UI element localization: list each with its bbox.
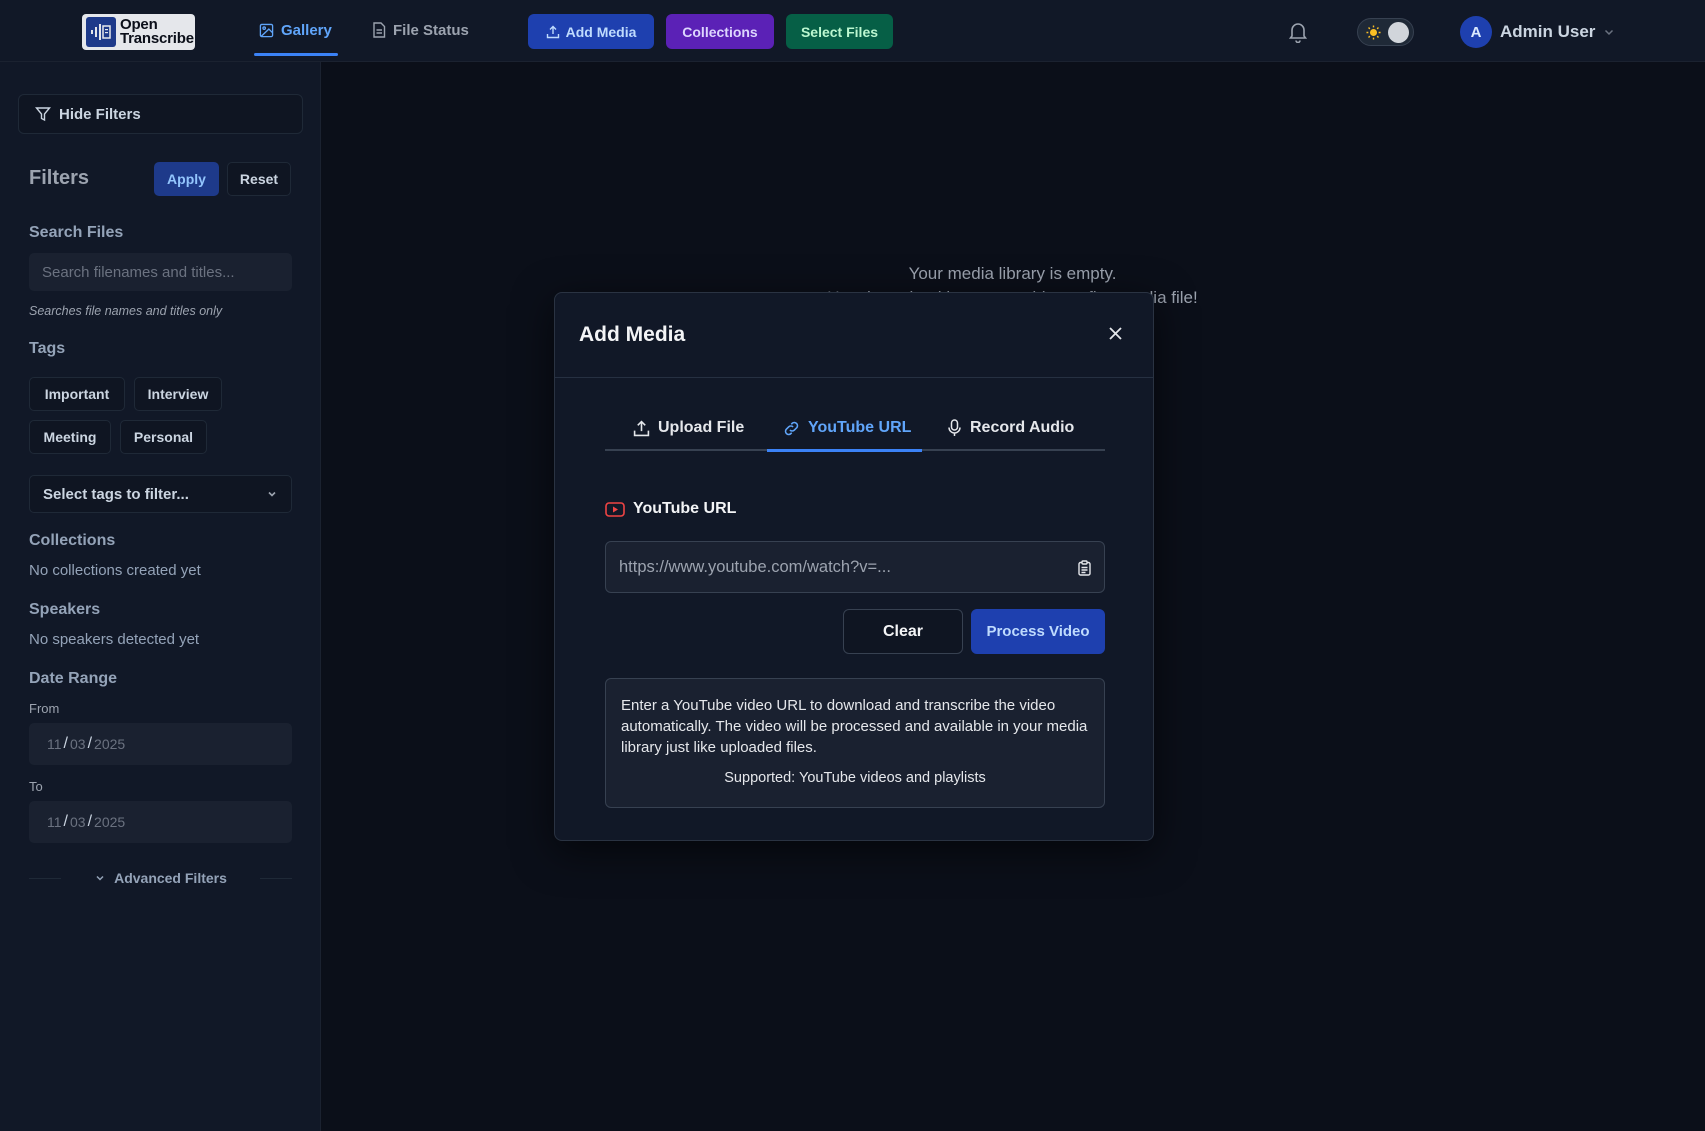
file-icon xyxy=(373,22,386,38)
filter-icon xyxy=(35,107,51,122)
select-files-button[interactable]: Select Files xyxy=(786,14,893,49)
date-separator: / xyxy=(63,735,68,752)
to-label: To xyxy=(29,779,43,794)
date-separator: / xyxy=(63,813,68,830)
modal-header: Add Media xyxy=(555,293,1153,378)
date-separator: / xyxy=(87,813,93,830)
date-day: 03 xyxy=(70,736,86,752)
add-media-button[interactable]: Add Media xyxy=(528,14,654,49)
date-year: 2025 xyxy=(94,736,126,752)
date-separator: / xyxy=(87,735,93,752)
tab-label: YouTube URL xyxy=(808,419,912,436)
info-panel: Enter a YouTube video URL to download an… xyxy=(605,678,1105,808)
date-day: 03 xyxy=(70,814,86,830)
speakers-empty: No speakers detected yet xyxy=(29,631,200,648)
upload-icon xyxy=(633,419,650,436)
advanced-filters-toggle[interactable]: Advanced Filters xyxy=(29,868,292,888)
avatar: A xyxy=(1460,16,1492,48)
theme-toggle[interactable] xyxy=(1357,18,1414,46)
toggle-knob xyxy=(1388,22,1409,43)
tags-heading: Tags xyxy=(29,340,66,357)
microphone-icon xyxy=(948,419,961,436)
youtube-url-label: YouTube URL xyxy=(605,500,736,518)
tags-select[interactable]: Select tags to filter... xyxy=(29,475,292,513)
collections-heading: Collections xyxy=(29,532,116,549)
tag-interview[interactable]: Interview xyxy=(134,377,222,411)
advanced-filters-label: Advanced Filters xyxy=(114,870,227,886)
tag-important[interactable]: Important xyxy=(29,377,125,411)
from-label: From xyxy=(29,701,60,716)
tab-upload-file[interactable]: Upload File xyxy=(633,405,744,451)
tab-label: Record Audio xyxy=(970,419,1075,436)
reset-button[interactable]: Reset xyxy=(227,162,291,196)
divider xyxy=(29,878,61,879)
clear-button[interactable]: Clear xyxy=(843,609,963,654)
media-source-tabs: Upload File YouTube URL Record Audio xyxy=(605,405,1105,452)
sun-icon xyxy=(1366,25,1381,40)
date-month: 11 xyxy=(47,736,62,752)
info-text: Enter a YouTube video URL to download an… xyxy=(621,697,1088,756)
youtube-icon xyxy=(605,501,625,517)
nav-link-label: File Status xyxy=(393,21,469,39)
image-icon xyxy=(259,23,274,37)
chevron-down-icon xyxy=(268,491,276,497)
filters-title: Filters xyxy=(29,167,90,189)
app-logo[interactable]: Open Transcribe xyxy=(82,14,195,50)
clipboard-icon[interactable] xyxy=(1078,560,1091,576)
link-icon xyxy=(784,421,799,435)
chevron-down-icon xyxy=(96,875,104,881)
active-tab-indicator xyxy=(767,449,922,452)
tag-personal[interactable]: Personal xyxy=(120,420,207,454)
date-range-heading: Date Range xyxy=(29,670,118,687)
add-media-label: Add Media xyxy=(565,23,637,40)
collections-empty: No collections created yet xyxy=(29,562,201,579)
upload-icon xyxy=(546,25,559,38)
user-menu[interactable]: A Admin User xyxy=(1460,16,1615,48)
from-date-input[interactable]: 11 / 03 / 2025 xyxy=(29,723,292,765)
select-files-label: Select Files xyxy=(800,23,879,40)
top-navbar: Open Transcribe Gallery File Status Add … xyxy=(0,0,1705,62)
youtube-url-label-text: YouTube URL xyxy=(633,500,737,517)
logo-text: Open Transcribe xyxy=(120,16,194,47)
bell-icon[interactable] xyxy=(1288,21,1308,48)
filter-sidebar: Hide Filters Filters Apply Reset Search … xyxy=(0,62,321,1131)
hide-filters-button[interactable]: Hide Filters xyxy=(18,94,303,134)
tag-meeting[interactable]: Meeting xyxy=(29,420,111,454)
date-year: 2025 xyxy=(94,814,126,830)
search-input[interactable]: Search filenames and titles... xyxy=(29,253,292,291)
to-date-input[interactable]: 11 / 03 / 2025 xyxy=(29,801,292,843)
active-tab-indicator xyxy=(254,53,338,56)
empty-library-title: Your media library is empty. xyxy=(908,264,1117,283)
search-note: Searches file names and titles only xyxy=(29,304,223,318)
supported-note: Supported: YouTube videos and playlists xyxy=(724,770,986,786)
add-media-modal: Add Media Upload File YouTube URL Record… xyxy=(554,292,1154,841)
tab-label: Upload File xyxy=(658,419,745,436)
waveform-icon xyxy=(86,17,116,47)
youtube-url-input[interactable]: https://www.youtube.com/watch?v=... xyxy=(605,541,1105,593)
divider xyxy=(260,878,292,879)
hide-filters-label: Hide Filters xyxy=(59,105,141,123)
collections-button[interactable]: Collections xyxy=(666,14,774,49)
nav-link-gallery[interactable]: Gallery xyxy=(259,18,332,42)
tab-youtube-url[interactable]: YouTube URL xyxy=(783,405,911,451)
url-placeholder: https://www.youtube.com/watch?v=... xyxy=(619,557,891,576)
tab-record-audio[interactable]: Record Audio xyxy=(947,405,1074,451)
speakers-heading: Speakers xyxy=(29,601,101,618)
nav-link-label: Gallery xyxy=(281,21,332,39)
tags-select-label: Select tags to filter... xyxy=(43,485,189,503)
search-heading: Search Files xyxy=(29,224,124,241)
collections-label: Collections xyxy=(682,23,758,40)
process-video-button[interactable]: Process Video xyxy=(971,609,1105,654)
user-name: Admin User xyxy=(1500,22,1596,41)
apply-button[interactable]: Apply xyxy=(154,162,219,196)
modal-title: Add Media xyxy=(579,323,686,346)
chevron-down-icon xyxy=(1605,29,1614,36)
nav-link-file-status[interactable]: File Status xyxy=(372,18,469,42)
date-month: 11 xyxy=(47,814,62,830)
close-icon[interactable] xyxy=(1108,326,1123,346)
